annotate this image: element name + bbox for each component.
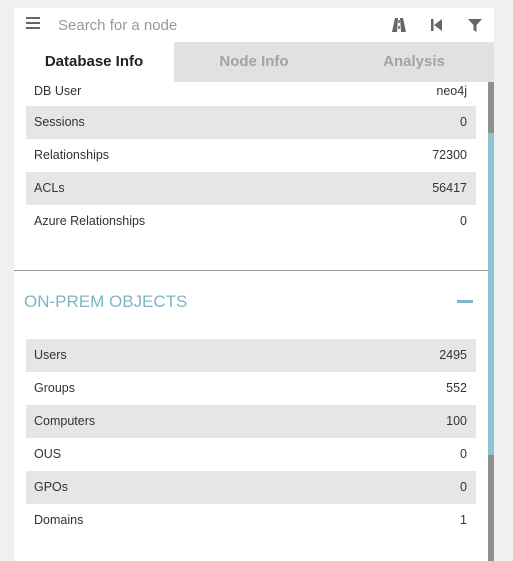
row-value: neo4j	[436, 84, 467, 98]
row-value: 1	[460, 513, 467, 527]
onprem-row-computers: Computers 100	[26, 405, 476, 438]
tab-node-info[interactable]: Node Info	[174, 42, 334, 82]
tab-analysis[interactable]: Analysis	[334, 42, 494, 82]
row-label: Azure Relationships	[34, 214, 146, 228]
row-value: 2495	[439, 348, 467, 362]
row-label: Computers	[34, 414, 96, 428]
row-value: 0	[460, 447, 467, 461]
row-label: DB User	[34, 84, 82, 98]
row-label: Groups	[34, 381, 75, 395]
onprem-row-gpos: GPOs 0	[26, 471, 476, 504]
row-value: 56417	[432, 181, 467, 195]
row-value: 0	[460, 214, 467, 228]
row-label: Users	[34, 348, 67, 362]
road-icon[interactable]	[390, 16, 408, 34]
onprem-row-domains: Domains 1	[26, 504, 476, 537]
scrollbar-thumb[interactable]	[488, 133, 494, 455]
onprem-section-title[interactable]: ON-PREM OBJECTS	[24, 292, 187, 312]
explorer-panel: Database Info Node Info Analysis DB User…	[14, 8, 494, 561]
database-info-content: DB User neo4j Sessions 0 Relationships 7…	[14, 82, 490, 561]
row-label: Domains	[34, 513, 84, 527]
row-label: Relationships	[34, 148, 110, 162]
hamburger-menu-icon[interactable]	[26, 17, 40, 31]
info-row-relationships: Relationships 72300	[26, 139, 476, 172]
search-bar	[14, 8, 494, 42]
tab-bar: Database Info Node Info Analysis	[14, 42, 494, 82]
info-row-azure-relationships: Azure Relationships 0	[26, 205, 476, 238]
tab-database-info[interactable]: Database Info	[14, 42, 174, 82]
skip-back-icon[interactable]	[428, 16, 446, 34]
collapse-minus-icon[interactable]	[457, 300, 473, 303]
info-row-db-user: DB User neo4j	[26, 82, 476, 108]
row-label: OUS	[34, 447, 62, 461]
info-row-acls: ACLs 56417	[26, 172, 476, 205]
row-value: 0	[460, 115, 467, 129]
row-value: 72300	[432, 148, 467, 162]
search-input[interactable]	[58, 14, 358, 36]
row-value: 552	[446, 381, 467, 395]
row-value: 100	[446, 414, 467, 428]
filter-icon[interactable]	[466, 16, 484, 34]
row-label: Sessions	[34, 115, 85, 129]
onprem-row-ous: OUS 0	[26, 438, 476, 471]
row-label: GPOs	[34, 480, 69, 494]
onprem-row-groups: Groups 552	[26, 372, 476, 405]
onprem-row-users: Users 2495	[26, 339, 476, 372]
section-divider	[14, 270, 490, 271]
row-value: 0	[460, 480, 467, 494]
row-label: ACLs	[34, 181, 65, 195]
info-row-sessions: Sessions 0	[26, 106, 476, 139]
